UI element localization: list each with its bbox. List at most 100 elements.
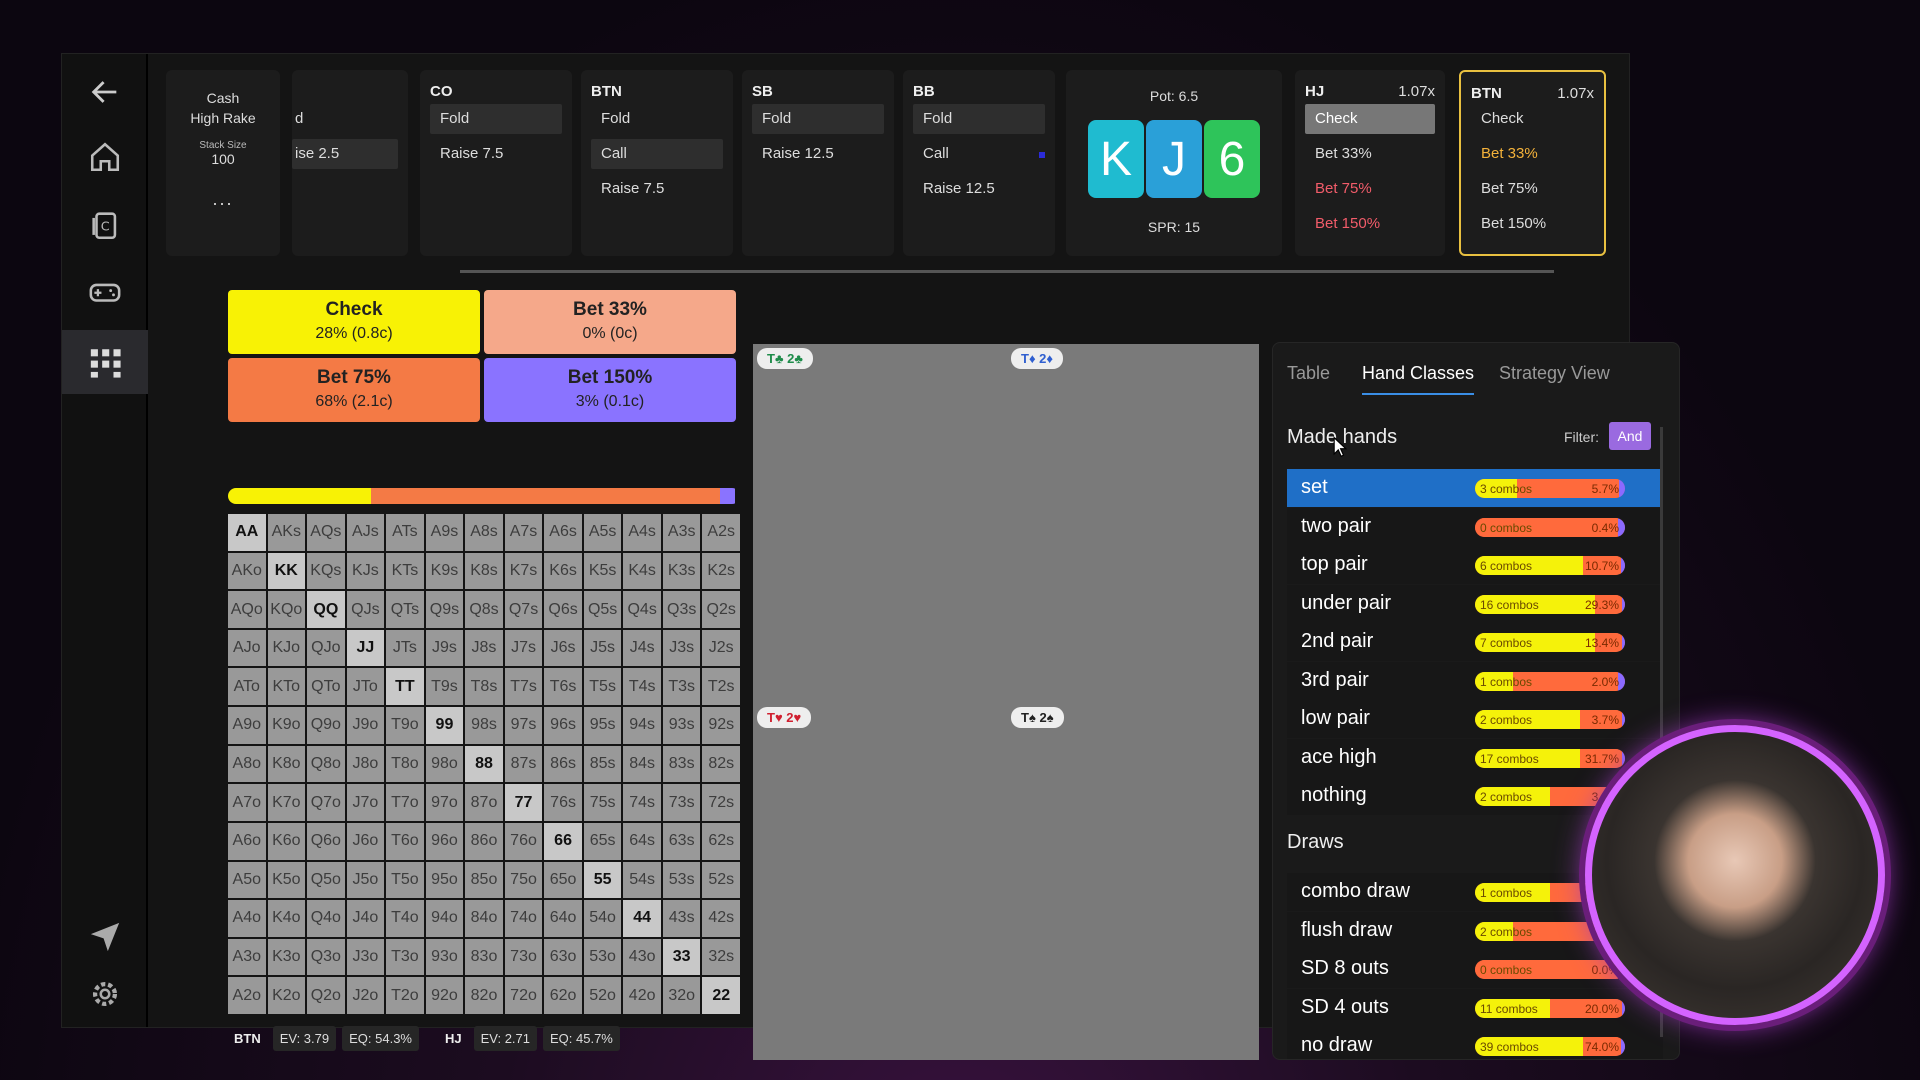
hand-cell[interactable]: J2s [702,629,740,667]
action-item[interactable]: Fold [913,104,1045,134]
board-quadrant[interactable]: T♠ 2♠ [1007,703,1259,1060]
hand-cell[interactable]: T3o [386,938,424,976]
hand-cell[interactable]: JJ [346,629,385,667]
hand-cell[interactable]: A9o [228,707,266,744]
hand-cell[interactable]: K9s [425,552,464,590]
hand-cell[interactable]: 44 [623,900,661,937]
hand-cell[interactable]: 83o [465,938,503,976]
hand-cell[interactable]: TT [386,668,424,706]
hand-cell[interactable]: T7o [386,784,424,821]
hand-cell[interactable]: J9s [425,629,464,667]
hand-cell[interactable]: J6s [544,629,582,667]
hand-cell[interactable]: Q9o [307,707,345,744]
hand-cell[interactable]: T2s [702,668,740,706]
send-button[interactable] [62,907,148,967]
hand-cell[interactable]: Q3o [307,938,345,976]
hand-cell[interactable]: 42o [623,977,661,1014]
hand-cell[interactable]: T9o [386,707,424,744]
hand-cell[interactable]: K6s [544,552,582,590]
ranges-button[interactable] [62,330,148,394]
hand-cell[interactable]: 52s [702,861,740,899]
hand-cell[interactable]: 94s [623,707,661,744]
hand-cell[interactable]: 55 [583,861,622,899]
hand-cell[interactable]: 22 [702,977,740,1014]
hand-cell[interactable]: K7s [504,552,543,590]
hand-cell[interactable]: 53o [583,938,622,976]
hand-cell[interactable]: QJs [346,591,385,628]
hand-cell[interactable]: J3s [662,629,701,667]
hand-cell[interactable]: 82o [465,977,503,1014]
hand-cell[interactable]: 65o [544,861,582,899]
hand-cell[interactable]: KJs [346,552,385,590]
hand-cell[interactable]: 64o [544,900,582,937]
hand-cell[interactable]: 93o [425,938,464,976]
hand-cell[interactable]: 86o [465,822,503,860]
hand-cell[interactable]: A8o [228,745,266,783]
hand-cell[interactable]: K8s [465,552,503,590]
hand-cell[interactable]: 52o [583,977,622,1014]
hand-cell[interactable]: A5o [228,861,266,899]
hand-cell[interactable]: T4s [623,668,661,706]
hand-cell[interactable]: 85o [465,861,503,899]
hand-cell[interactable]: K5s [583,552,622,590]
hand-cell[interactable]: Q4o [307,900,345,937]
hand-cell[interactable]: T5o [386,861,424,899]
hand-cell[interactable]: 99 [425,707,464,744]
hand-cell[interactable]: 65s [583,822,622,860]
hand-cell[interactable]: A7o [228,784,266,821]
tab-hand-classes[interactable]: Hand Classes [1362,363,1474,384]
action-item[interactable]: Raise 7.5 [591,174,723,204]
hand-cell[interactable]: KTs [386,552,424,590]
hand-cell[interactable]: 54s [623,861,661,899]
hand-cell[interactable]: A8s [465,514,503,551]
hand-cell[interactable]: 95s [583,707,622,744]
hand-cell[interactable]: 43o [623,938,661,976]
hand-cell[interactable]: 64s [623,822,661,860]
action-item[interactable]: Bet 150% [1471,209,1594,239]
hand-cell[interactable]: J7s [504,629,543,667]
hand-cell[interactable]: Q4s [623,591,661,628]
hand-cell[interactable]: A9s [425,514,464,551]
hand-cell[interactable]: 74s [623,784,661,821]
hand-cell[interactable]: 93s [662,707,701,744]
hand-cell[interactable]: A4s [623,514,661,551]
action-item[interactable]: Bet 150% [1305,209,1435,239]
hand-cell[interactable]: 33 [662,938,701,976]
hand-class-row[interactable]: no draw 39 combos 74.0% [1287,1027,1663,1059]
hand-cell[interactable]: 75o [504,861,543,899]
hand-cell[interactable]: A7s [504,514,543,551]
hand-cell[interactable]: 86s [544,745,582,783]
hand-cell[interactable]: Q7s [504,591,543,628]
hand-cell[interactable]: Q3s [662,591,701,628]
hand-cell[interactable]: KTo [267,668,306,706]
horizontal-scrollbar[interactable] [460,270,1554,273]
hand-cell[interactable]: JTo [346,668,385,706]
action-item[interactable]: Check [1305,104,1435,134]
hand-cell[interactable]: T6o [386,822,424,860]
hand-cell[interactable]: 72s [702,784,740,821]
hand-cell[interactable]: 87o [465,784,503,821]
hand-cell[interactable]: 62o [544,977,582,1014]
hand-cell[interactable]: Q5o [307,861,345,899]
hand-cell[interactable]: T2o [386,977,424,1014]
hand-cell[interactable]: AJo [228,629,266,667]
hand-cell[interactable]: Q8o [307,745,345,783]
hand-cell[interactable]: J4s [623,629,661,667]
action-item[interactable]: Fold [752,104,884,134]
hand-class-row[interactable]: low pair 2 combos 3.7% [1287,700,1663,738]
hand-cell[interactable]: 94o [425,900,464,937]
action-item[interactable]: Raise 7.5 [430,139,562,169]
hand-cell[interactable]: Q6o [307,822,345,860]
hand-cell[interactable]: 98s [465,707,503,744]
hand-cell[interactable]: J5o [346,861,385,899]
hand-cell[interactable]: J8o [346,745,385,783]
hand-cell[interactable]: 54o [583,900,622,937]
hand-cell[interactable]: 32s [702,938,740,976]
action-item[interactable]: Bet 75% [1471,174,1594,204]
hand-cell[interactable]: 63s [662,822,701,860]
hand-cell[interactable]: KJo [267,629,306,667]
hand-cell[interactable]: 92s [702,707,740,744]
hand-cell[interactable]: 83s [662,745,701,783]
action-item[interactable]: Fold [430,104,562,134]
hand-cell[interactable]: A6o [228,822,266,860]
